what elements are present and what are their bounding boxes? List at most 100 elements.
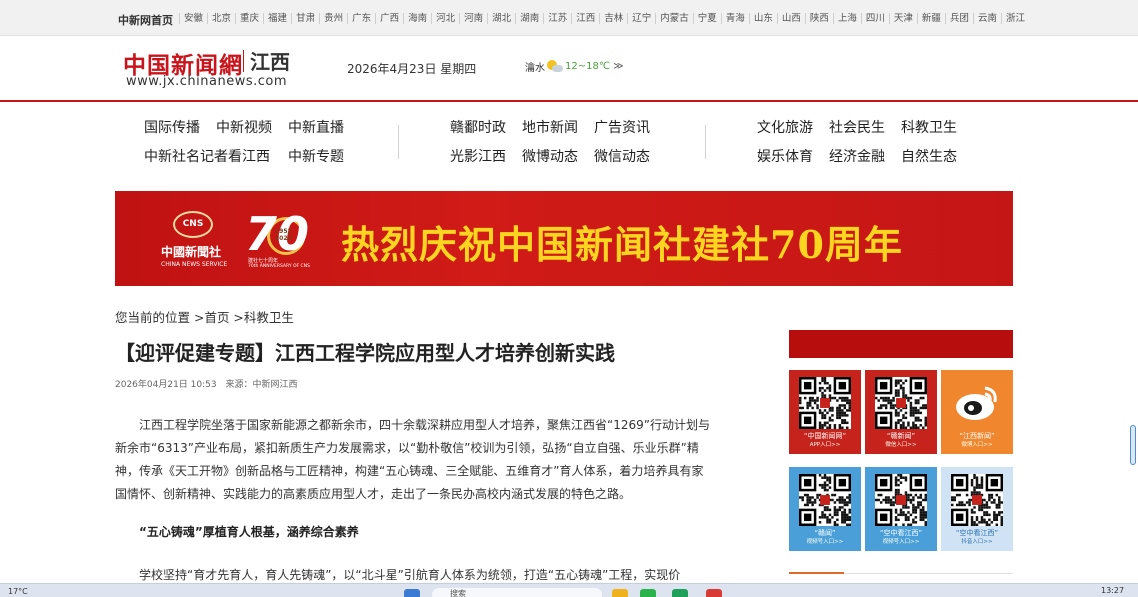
sidebar-divider [844,573,1013,574]
region-link[interactable]: 吉林 [599,13,627,24]
weather-widget[interactable]: 瀹水 12 ~ 18℃ ≫ [525,59,624,74]
region-link[interactable]: 河北 [431,13,459,24]
channel-nav-item[interactable]: 光影江西 [450,147,506,167]
region-link[interactable]: 北京 [207,13,235,24]
region-link[interactable]: 湖北 [487,13,515,24]
sidebar-qr-card[interactable]: “中国新闻网” APP入口>> [789,370,861,454]
channel-nav-item[interactable]: 广告资讯 [594,118,650,138]
sidebar-header-bar [789,330,1013,358]
logo-divider [243,50,244,72]
region-link[interactable]: 广东 [347,13,375,24]
page-scrollbar-thumb[interactable] [1130,425,1136,465]
region-nav-bar: 中新网首页 安徽 北京 重庆 福建 甘肃 贵州 广东 广西 海南 河北 河南 湖北 湖南 江苏 江西 吉林 辽宁… [0,0,1138,36]
region-link[interactable]: 甘肃 [291,13,319,24]
channel-nav-item[interactable]: 中新直播 [288,118,344,138]
qr-card-title: “中国新闻网” [803,432,847,440]
channel-nav-item[interactable]: 赣鄱时政 [450,118,506,138]
region-link[interactable]: 江西 [571,13,599,24]
chinanews-home-link[interactable]: 中新网首页 [118,12,173,28]
region-link[interactable]: 陕西 [804,13,833,24]
region-link[interactable]: 海南 [403,13,431,24]
weather-high: 18℃ [586,61,611,72]
app-icon[interactable] [706,589,722,597]
weather-low: 12 [565,61,578,72]
qr-code-icon [875,474,927,526]
region-link[interactable]: 新疆 [916,13,945,24]
channel-nav-item[interactable]: 自然生态 [901,147,957,167]
region-link[interactable]: 浙江 [1000,13,1029,24]
channel-nav-item[interactable]: 娱乐体育 [757,147,813,167]
qr-card-entry: 视频号入口>> [806,539,844,545]
channel-nav-item[interactable]: 中新专题 [288,147,344,167]
article-subheading: “五心铸魂”厚植育人根基，涵养综合素养 [139,525,359,539]
region-link[interactable]: 青海 [720,13,749,24]
channel-nav-item[interactable]: 地市新闻 [522,118,578,138]
channel-nav-item[interactable]: 中新社名记者看江西 [144,147,272,167]
taskbar-weather[interactable]: 17°C [8,587,28,596]
region-link[interactable]: 广西 [375,13,403,24]
cns-logo-icon: CNS [173,211,213,238]
sidebar-qr-card[interactable]: “赣闻” 视频号入口>> [789,467,861,551]
channel-nav-item[interactable]: 微信动态 [594,147,650,167]
region-link[interactable]: 上海 [832,13,861,24]
region-link[interactable]: 四川 [860,13,889,24]
nav-divider [705,125,706,159]
qr-code-icon [799,474,851,526]
qr-card-entry: 视频号入口>> [882,539,920,545]
region-link[interactable]: 湖南 [515,13,543,24]
qr-code-icon [799,377,851,429]
qr-code-icon [875,377,927,429]
anniversary-label-en: 70th ANNIVERSARY OF CNS [248,264,310,269]
channel-nav-item[interactable]: 经济金融 [829,147,885,167]
nav-divider [398,125,399,159]
channel-nav-group-1: 国际传播 中新视频 中新直播 中新社名记者看江西 中新专题 [144,118,344,167]
region-link[interactable]: 江苏 [543,13,571,24]
weather-more-icon[interactable]: ≫ [613,61,623,72]
region-link[interactable]: 山东 [748,13,777,24]
sidebar-qr-card[interactable]: “空中看江西” 抖音入口>> [941,467,1013,551]
sidebar-section-underline [789,572,844,574]
region-link[interactable]: 福建 [263,13,291,24]
qr-card-entry: 微信入口>> [885,442,917,448]
qr-card-entry: APP入口>> [809,442,841,448]
region-link[interactable]: 河南 [459,13,487,24]
qr-card-title: “赣新闻” [886,432,916,440]
breadcrumb[interactable]: 您当前的位置 >首页 >科教卫生 [115,307,294,326]
app-icon[interactable] [672,589,688,597]
file-explorer-icon[interactable] [612,589,628,597]
channel-nav-item[interactable]: 微博动态 [522,147,578,167]
current-date: 2026年4月23日 星期四 [347,62,477,76]
taskbar-search[interactable]: 搜索 [432,588,602,597]
start-icon[interactable] [404,589,420,597]
region-link[interactable]: 内蒙古 [655,13,693,24]
region-link[interactable]: 贵州 [319,13,347,24]
sidebar-qr-card[interactable]: “赣新闻” 微信入口>> [865,370,937,454]
region-link[interactable]: 天津 [888,13,917,24]
article-source: 来源：中新网江西 [225,380,298,390]
region-link[interactable]: 安徽 [179,13,207,24]
sidebar-qr-card[interactable]: “江西新闻” 微博入口>> [941,370,1013,454]
qr-card-title: “江西新闻” [959,432,995,440]
channel-nav-item[interactable]: 中新视频 [216,118,272,138]
article-date: 2026年04月21日 10:53 [115,380,217,390]
weather-city: 瀹水 [525,63,545,74]
region-link[interactable]: 山西 [776,13,805,24]
banner-headline: 热烈庆祝中国新闻社建社70周年 [341,222,903,267]
qr-card-title: “空中看江西” [955,529,999,537]
wechat-icon[interactable] [640,589,656,597]
channel-nav-item[interactable]: 科教卫生 [901,118,957,138]
region-link[interactable]: 兵团 [944,13,973,24]
taskbar-clock: 13:27 [1101,586,1125,595]
channel-nav-item[interactable]: 社会民生 [829,118,885,138]
region-link[interactable]: 辽宁 [627,13,655,24]
channel-nav-item[interactable]: 国际传播 [144,118,200,138]
cns-name-en: CHINA NEWS SERVICE [161,261,228,268]
anniversary-banner[interactable]: CNS 中國新聞社 CHINA NEWS SERVICE 70 1952 2022… [115,191,1013,286]
article-paragraph: 江西工程学院坐落于国家新能源之都新余市，四十余载深耕应用型人才培养，聚焦江西省“… [115,418,710,501]
region-link[interactable]: 云南 [972,13,1001,24]
region-link[interactable]: 重庆 [235,13,263,24]
channel-nav-item[interactable]: 文化旅游 [757,118,813,138]
sidebar-qr-card[interactable]: “空中看江西” 视频号入口>> [865,467,937,551]
channel-nav-group-2: 赣鄱时政 地市新闻 广告资讯光影江西 微博动态 微信动态 [450,118,650,167]
region-link[interactable]: 宁夏 [692,13,721,24]
